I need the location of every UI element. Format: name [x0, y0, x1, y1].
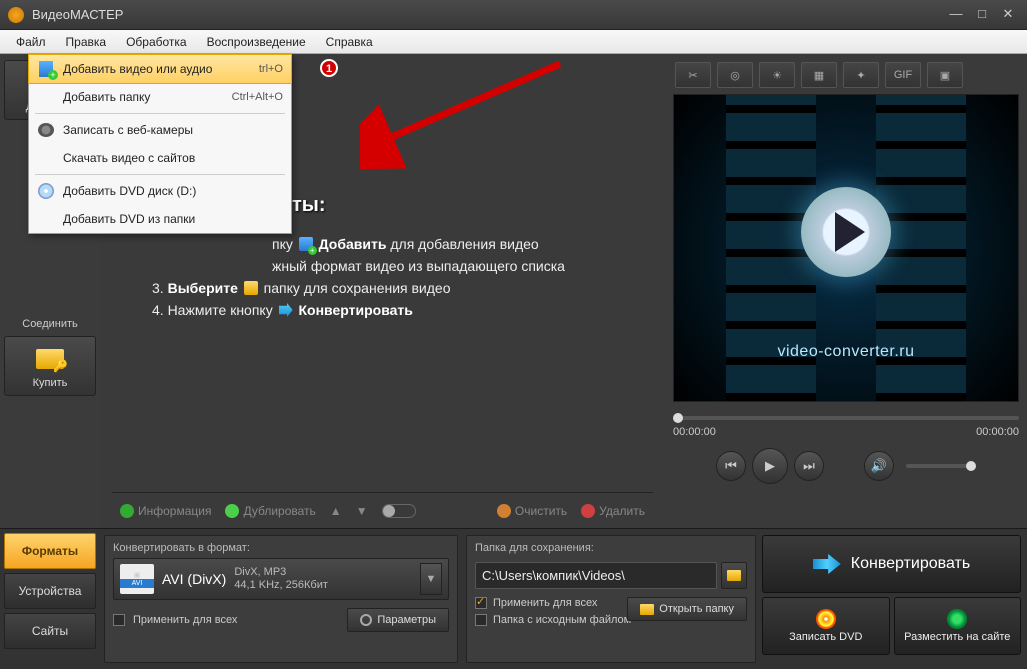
timeline[interactable]	[673, 412, 1019, 424]
move-down-button[interactable]: ▼	[356, 504, 368, 518]
menu-playback[interactable]: Воспроизведение	[197, 35, 316, 49]
gear-icon	[360, 614, 372, 626]
folder-icon	[727, 570, 741, 581]
save-path-input[interactable]	[475, 562, 717, 589]
volume-button[interactable]: 🔊	[864, 451, 894, 481]
time-total: 00:00:00	[976, 426, 1019, 438]
webcam-icon	[38, 123, 54, 137]
apply-all-check-2[interactable]	[475, 597, 487, 609]
save-head: Папка для сохранения:	[475, 542, 747, 554]
dd-download[interactable]: Скачать видео с сайтов	[29, 144, 291, 172]
mini-folder-icon	[244, 281, 258, 295]
apply-all-label: Применить для всех	[133, 614, 237, 626]
menubar: Файл Правка Обработка Воспроизведение Сп…	[0, 30, 1027, 54]
tab-sites[interactable]: Сайты	[4, 613, 96, 649]
folder-icon-2	[640, 604, 654, 615]
dd-add-folder[interactable]: Добавить папку Ctrl+Alt+O	[29, 83, 291, 111]
tb-fx[interactable]: ◎	[717, 62, 753, 88]
browse-button[interactable]	[721, 562, 747, 589]
duplicate-button[interactable]: Дублировать	[225, 504, 315, 518]
app-title: ВидеоМАСТЕР	[32, 7, 123, 22]
red-arrow-icon	[360, 54, 570, 174]
duplicate-icon	[225, 504, 239, 518]
delete-button[interactable]: Удалить	[581, 504, 645, 518]
save-box: Папка для сохранения: Применить для всех…	[466, 535, 756, 663]
prev-button[interactable]: ⏮	[716, 451, 746, 481]
mini-add-icon	[299, 237, 313, 251]
join-label: Соединить	[4, 318, 96, 330]
buy-icon	[36, 349, 64, 369]
burn-dvd-button[interactable]: Записать DVD	[762, 597, 890, 655]
add-dropdown: Добавить видео или аудио trl+O Добавить …	[28, 54, 292, 234]
video-preview[interactable]: video-converter.ru	[673, 94, 1019, 402]
format-dropdown-button[interactable]: ▼	[420, 563, 442, 595]
info-button[interactable]: Информация	[120, 504, 211, 518]
minimize-button[interactable]: —	[945, 7, 967, 23]
delete-icon	[581, 504, 595, 518]
format-head: Конвертировать в формат:	[113, 542, 449, 554]
list-toolbar: Информация Дублировать ▲ ▼ Очистить Удал…	[112, 492, 653, 528]
player-controls: ⏮ ▶ ⏭ 🔊	[673, 448, 1019, 484]
buy-label: Купить	[7, 377, 93, 389]
app-logo-icon	[8, 7, 24, 23]
volume-slider[interactable]	[906, 464, 976, 468]
tb-crop[interactable]: ✂	[675, 62, 711, 88]
src-folder-check[interactable]	[475, 614, 487, 626]
buy-button[interactable]: Купить	[4, 336, 96, 396]
dd-webcam[interactable]: Записать с веб-камеры	[29, 116, 291, 144]
close-button[interactable]: ✕	[997, 7, 1019, 23]
preview-brand: video-converter.ru	[777, 343, 914, 361]
tb-snap[interactable]: ▣	[927, 62, 963, 88]
publish-button[interactable]: Разместить на сайте	[894, 597, 1022, 655]
burn-dvd-icon	[816, 609, 836, 629]
tb-gif[interactable]: GIF	[885, 62, 921, 88]
list-toggle[interactable]	[382, 504, 416, 518]
titlebar: ВидеоМАСТЕР — □ ✕	[0, 0, 1027, 30]
tb-bright[interactable]: ☀	[759, 62, 795, 88]
params-button[interactable]: Параметры	[347, 608, 449, 632]
clear-icon	[497, 504, 511, 518]
menu-process[interactable]: Обработка	[116, 35, 197, 49]
play-big-icon	[801, 187, 891, 277]
preview-toolbar: ✂ ◎ ☀ ▦ ✦ GIF ▣	[673, 60, 1019, 90]
format-selector[interactable]: ▣AVI AVI (DivX) DivX, MP3 44,1 KHz, 256К…	[113, 558, 449, 600]
menu-edit[interactable]: Правка	[56, 35, 117, 49]
move-up-button[interactable]: ▲	[330, 504, 342, 518]
preview-panel: ✂ ◎ ☀ ▦ ✦ GIF ▣ video-converter.ru 00:00…	[665, 54, 1027, 528]
action-buttons: Конвертировать Записать DVD Разместить н…	[760, 529, 1027, 669]
dd-dvd-folder[interactable]: Добавить DVD из папки	[29, 205, 291, 233]
steps-list: пку Добавить для добавления видео жный ф…	[152, 233, 653, 321]
center-panel: Добавить видео или аудио trl+O Добавить …	[100, 54, 665, 528]
next-button[interactable]: ⏭	[794, 451, 824, 481]
film-icon	[39, 61, 53, 77]
convert-button[interactable]: Конвертировать	[762, 535, 1021, 593]
format-name: AVI (DivX)	[162, 571, 226, 587]
avi-icon: ▣AVI	[120, 564, 154, 594]
menu-help[interactable]: Справка	[316, 35, 383, 49]
apply-all-check[interactable]	[113, 614, 125, 626]
dvd-icon	[38, 183, 54, 199]
dd-dvd-disc[interactable]: Добавить DVD диск (D:)	[29, 177, 291, 205]
steps-title: ты:	[292, 194, 653, 217]
time-current: 00:00:00	[673, 426, 716, 438]
tab-formats[interactable]: Форматы	[4, 533, 96, 569]
convert-icon	[813, 554, 841, 574]
timeline-thumb-icon[interactable]	[673, 413, 683, 423]
clear-button[interactable]: Очистить	[497, 504, 567, 518]
globe-icon	[947, 609, 967, 629]
info-icon	[120, 504, 134, 518]
dd-add-video-audio[interactable]: Добавить видео или аудио trl+O	[28, 54, 292, 84]
maximize-button[interactable]: □	[971, 7, 993, 23]
tb-mirror[interactable]: ▦	[801, 62, 837, 88]
format-tabs: Форматы Устройства Сайты	[0, 529, 100, 669]
open-folder-button[interactable]: Открыть папку	[627, 597, 747, 621]
tab-devices[interactable]: Устройства	[4, 573, 96, 609]
format-box: Конвертировать в формат: ▣AVI AVI (DivX)…	[104, 535, 458, 663]
mini-convert-icon	[279, 303, 293, 317]
bottom-panel: Форматы Устройства Сайты Конвертировать …	[0, 528, 1027, 669]
callout-badge: 1	[320, 59, 338, 77]
tb-speed[interactable]: ✦	[843, 62, 879, 88]
menu-file[interactable]: Файл	[6, 35, 56, 49]
play-button[interactable]: ▶	[752, 448, 788, 484]
